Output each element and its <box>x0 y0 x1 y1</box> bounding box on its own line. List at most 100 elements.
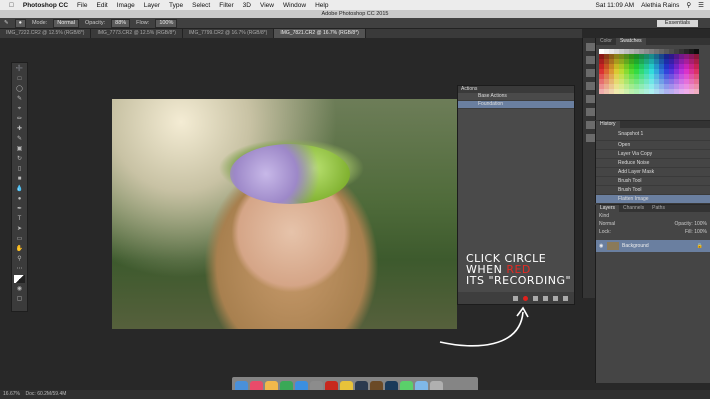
history-row[interactable]: Add Layer Mask <box>596 168 710 177</box>
screen-mode-icon[interactable]: ▢ <box>14 295 25 303</box>
opacity-field[interactable]: 88% <box>111 18 131 28</box>
layer-kind-filter[interactable]: Kind <box>596 212 710 220</box>
history-brush-icon[interactable]: ↻ <box>14 155 25 163</box>
actions-header[interactable]: Actions <box>458 86 574 93</box>
menu-layer[interactable]: Layer <box>144 2 160 9</box>
options-bar: ✎ ● Mode: Normal Opacity: 88% Flow: 100%… <box>0 18 710 29</box>
swatch-grid[interactable] <box>599 49 708 94</box>
blend-mode-select[interactable]: Normal <box>599 221 615 227</box>
layer-fill[interactable]: Fill: 100% <box>685 228 710 236</box>
opacity-label: Opacity: <box>84 20 106 26</box>
snapshot-row[interactable]: Snapshot 1 <box>596 128 710 141</box>
history-panel: History Snapshot 1 Open Layer Via Copy R… <box>595 121 710 204</box>
eraser-tool-icon[interactable]: ▯ <box>14 165 25 173</box>
list-icon[interactable]: ☰ <box>698 1 704 9</box>
menu-type[interactable]: Type <box>169 2 183 9</box>
mode-select[interactable]: Normal <box>53 18 79 28</box>
tab-color[interactable]: Color <box>596 38 616 45</box>
healing-tool-icon[interactable]: ✚ <box>14 125 25 133</box>
tab-paths[interactable]: Paths <box>648 205 669 212</box>
hand-tool-icon[interactable]: ✋ <box>14 245 25 253</box>
flower-crown <box>230 144 350 204</box>
path-select-tool-icon[interactable]: ➤ <box>14 225 25 233</box>
lock-label: Lock: <box>599 229 611 235</box>
apple-menu-icon[interactable]:  <box>9 2 14 9</box>
history-header[interactable]: History <box>596 121 620 128</box>
shape-tool-icon[interactable]: ▭ <box>14 235 25 243</box>
annotation-arrow-icon <box>439 306 529 347</box>
status-bar: 16.67% Doc: 60.2M/59.4M <box>0 390 710 399</box>
flow-label: Flow: <box>136 20 150 26</box>
swatch[interactable] <box>694 89 699 94</box>
doc-tab-active[interactable]: IMG_7821.CR2 @ 16.7% (RGB/8*) <box>274 29 366 38</box>
menu-view[interactable]: View <box>260 2 274 9</box>
action-set-row[interactable]: Base Actions <box>458 93 574 101</box>
history-row-selected[interactable]: Flatten Image <box>596 195 710 204</box>
quick-select-tool-icon[interactable]: ✎ <box>14 95 25 103</box>
more-tools-icon[interactable]: ⋯ <box>14 265 25 273</box>
doc-tab[interactable]: IMG_7773.CR2 @ 12.5% (RGB/8*) <box>91 29 183 38</box>
pen-tool-icon[interactable]: ✒ <box>14 205 25 213</box>
new-action-icon[interactable] <box>553 295 558 301</box>
history-row[interactable]: Layer Via Copy <box>596 150 710 159</box>
zoom-tool-icon[interactable]: ⚲ <box>14 255 25 263</box>
user-name[interactable]: Alethia Rains <box>641 2 679 9</box>
menu-app[interactable]: Photoshop CC <box>23 2 68 9</box>
action-row[interactable]: Foundation <box>458 101 574 109</box>
marquee-tool-icon[interactable]: □ <box>14 75 25 83</box>
doc-tab[interactable]: IMG_7222.CR2 @ 12.5% (RGB/8*) <box>0 29 92 38</box>
type-tool-icon[interactable]: T <box>14 215 25 223</box>
menu-image[interactable]: Image <box>117 2 135 9</box>
tools-panel: ➕ □ ◯ ✎ ⌖ ✏ ✚ ✎ ▣ ↻ ▯ ■ 💧 ● ✒ T ➤ ▭ ✋ ⚲ … <box>11 62 28 312</box>
gradient-tool-icon[interactable]: ■ <box>14 175 25 183</box>
history-row[interactable]: Brush Tool <box>596 186 710 195</box>
annotation-line3: its "recording" <box>466 274 572 287</box>
zoom-level[interactable]: 16.67% <box>3 391 20 397</box>
eye-icon[interactable]: ◉ <box>599 240 603 252</box>
crop-tool-icon[interactable]: ⌖ <box>14 105 25 113</box>
canvas-photo[interactable] <box>112 99 457 329</box>
window-title: Adobe Photoshop CC 2015 <box>0 10 710 18</box>
layer-opacity[interactable]: Opacity: 100% <box>674 220 710 228</box>
menu-window[interactable]: Window <box>283 2 306 9</box>
brush-tool-icon[interactable]: ✎ <box>4 20 9 26</box>
quick-mask-icon[interactable]: ◉ <box>14 285 25 293</box>
menu-edit[interactable]: Edit <box>97 2 108 9</box>
tab-swatches[interactable]: Swatches <box>615 38 646 45</box>
flow-field[interactable]: 100% <box>155 18 178 28</box>
mode-label: Mode: <box>31 20 48 26</box>
clock[interactable]: Sat 11:09 AM <box>596 2 635 9</box>
search-icon[interactable]: ⚲ <box>686 1 691 9</box>
layers-panel: Layers Channels Paths Kind Normal Opacit… <box>595 205 710 383</box>
lock-icon: 🔒 <box>696 243 703 249</box>
trash-icon[interactable] <box>563 295 568 301</box>
menu-select[interactable]: Select <box>192 2 210 9</box>
menu-3d[interactable]: 3D <box>243 2 251 9</box>
new-set-icon[interactable] <box>543 295 548 301</box>
history-row[interactable]: Brush Tool <box>596 177 710 186</box>
move-tool-icon[interactable]: ➕ <box>14 65 25 73</box>
blur-tool-icon[interactable]: 💧 <box>14 185 25 193</box>
menu-file[interactable]: File <box>77 2 87 9</box>
tab-channels[interactable]: Channels <box>619 205 648 212</box>
annotation: Click circle when red its "recording" <box>466 253 586 286</box>
color-swatches-icon[interactable] <box>14 275 25 283</box>
workspace-select[interactable]: Essentials <box>656 19 698 27</box>
tab-layers[interactable]: Layers <box>596 205 620 212</box>
brush-tool-icon[interactable]: ✎ <box>14 135 25 143</box>
history-row[interactable]: Open <box>596 141 710 150</box>
menu-help[interactable]: Help <box>315 2 328 9</box>
document-tabs: IMG_7222.CR2 @ 12.5% (RGB/8*) IMG_7773.C… <box>0 29 582 38</box>
eyedropper-tool-icon[interactable]: ✏ <box>14 115 25 123</box>
stamp-tool-icon[interactable]: ▣ <box>14 145 25 153</box>
doc-tab[interactable]: IMG_7799.CR2 @ 16.7% (RGB/8*) <box>183 29 275 38</box>
layer-row-blend: Normal Opacity: 100% <box>596 220 710 228</box>
dodge-tool-icon[interactable]: ● <box>14 195 25 203</box>
mac-menu-bar:  Photoshop CC File Edit Image Layer Typ… <box>0 0 710 10</box>
menu-filter[interactable]: Filter <box>219 2 233 9</box>
lasso-tool-icon[interactable]: ◯ <box>14 85 25 93</box>
history-row[interactable]: Reduce Noise <box>596 159 710 168</box>
layer-background[interactable]: ◉ Background 🔒 <box>596 240 710 252</box>
brush-size-field[interactable]: ● <box>14 18 26 28</box>
layer-row-lock: Lock: Fill: 100% <box>596 228 710 236</box>
